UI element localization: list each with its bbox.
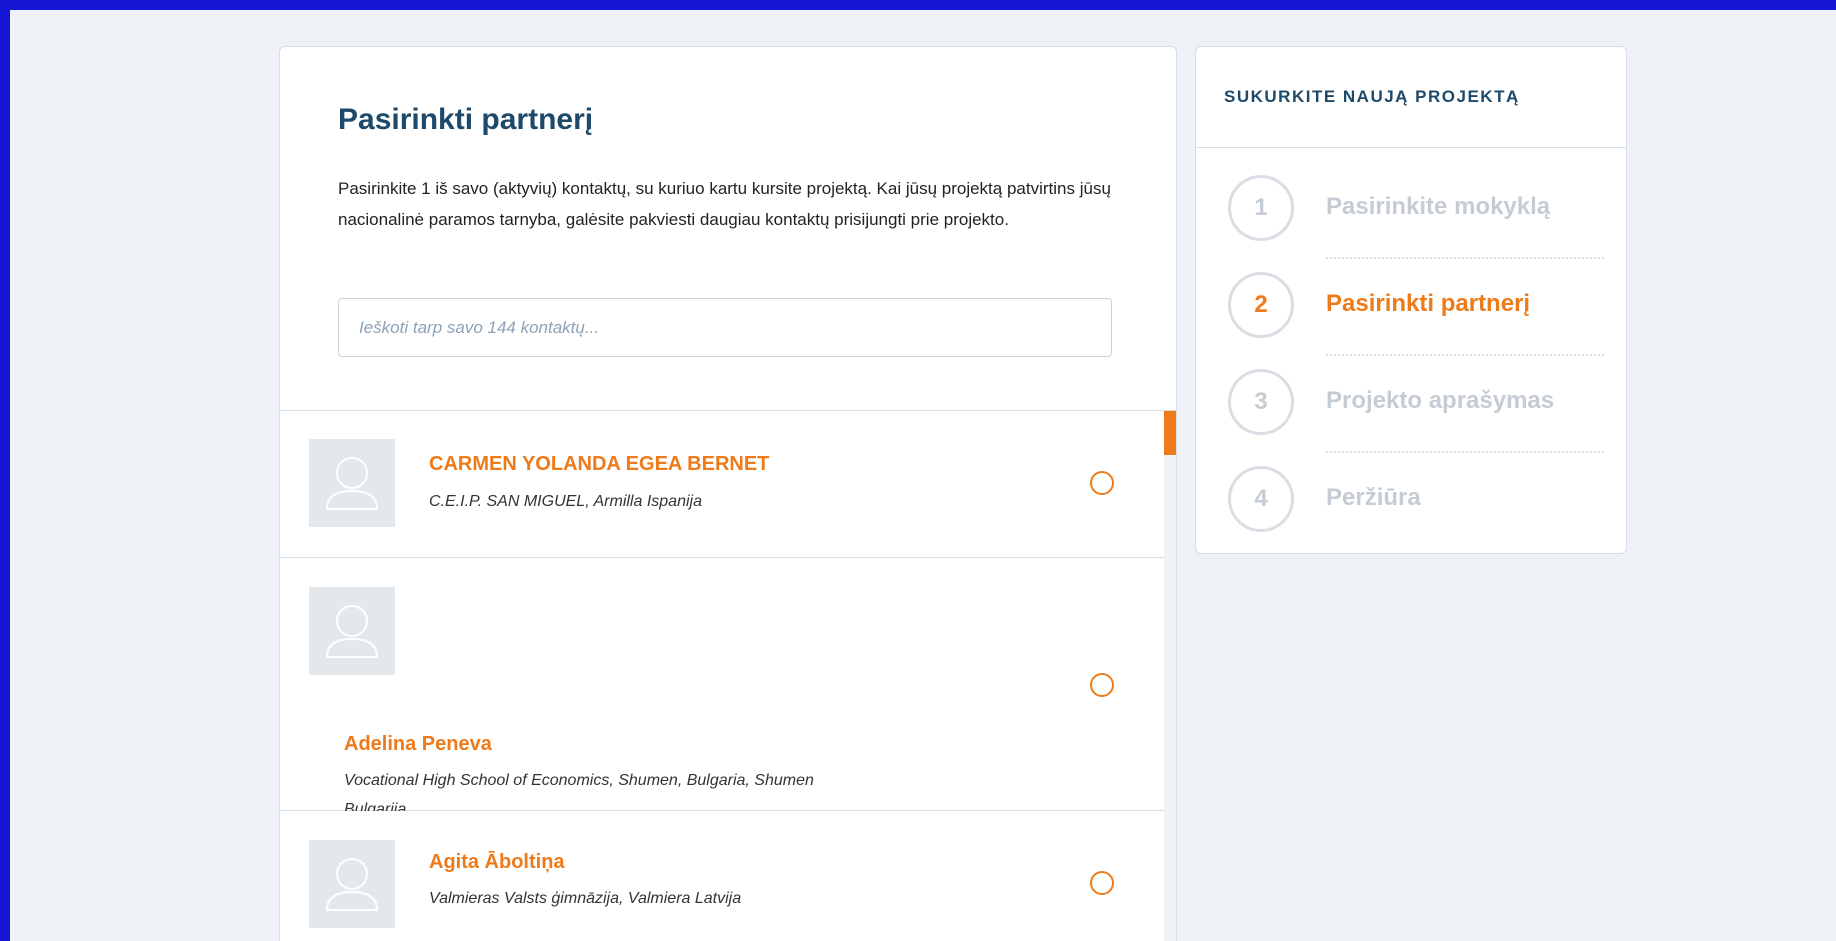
avatar-placeholder-icon bbox=[309, 840, 395, 928]
step-review[interactable]: 4 Peržiūra bbox=[1228, 466, 1608, 536]
step-label: Pasirinkite mokyklą bbox=[1326, 193, 1551, 220]
avatar-placeholder-icon bbox=[309, 439, 395, 527]
avatar-placeholder-icon bbox=[309, 587, 395, 675]
contact-row[interactable]: Adelina Peneva Vocational High School of… bbox=[280, 558, 1164, 818]
contact-name: Agita Āboltiņa bbox=[429, 851, 565, 873]
step-separator bbox=[1326, 257, 1604, 259]
contact-school: C.E.I.P. SAN MIGUEL, Armilla Ispanija bbox=[429, 493, 702, 510]
instructions-text: Pasirinkite 1 iš savo (aktyvių) kontaktų… bbox=[338, 179, 1111, 229]
step-label: Pasirinkti partnerį bbox=[1326, 290, 1531, 317]
contact-row[interactable]: Agita Āboltiņa Valmieras Valsts ģimnāzij… bbox=[280, 811, 1164, 941]
list-scrollbar-track[interactable] bbox=[1164, 411, 1176, 941]
step-number: 1 bbox=[1228, 175, 1294, 241]
select-contact-radio[interactable] bbox=[1090, 871, 1114, 895]
step-select-school[interactable]: 1 Pasirinkite mokyklą bbox=[1228, 175, 1608, 245]
page-viewport: Pasirinkti partnerį Pasirinkite 1 iš sav… bbox=[10, 10, 1836, 941]
step-label: Peržiūra bbox=[1326, 484, 1421, 511]
contacts-search-input[interactable] bbox=[338, 298, 1112, 357]
select-contact-radio[interactable] bbox=[1090, 471, 1114, 495]
contact-name: CARMEN YOLANDA EGEA BERNET bbox=[429, 453, 770, 475]
partner-selection-card: Pasirinkti partnerį Pasirinkite 1 iš sav… bbox=[279, 46, 1177, 941]
panel-divider bbox=[1196, 147, 1626, 148]
step-separator bbox=[1326, 451, 1604, 453]
contact-row[interactable]: CARMEN YOLANDA EGEA BERNET C.E.I.P. SAN … bbox=[280, 411, 1164, 558]
step-separator bbox=[1326, 354, 1604, 356]
card-header: Pasirinkti partnerį Pasirinkite 1 iš sav… bbox=[280, 47, 1176, 411]
contact-name: Adelina Peneva bbox=[344, 733, 492, 755]
step-number: 2 bbox=[1228, 272, 1294, 338]
select-contact-radio[interactable] bbox=[1090, 673, 1114, 697]
list-scrollbar-thumb[interactable] bbox=[1164, 411, 1176, 455]
step-number: 3 bbox=[1228, 369, 1294, 435]
project-steps-panel: SUKURKITE NAUJĄ PROJEKTĄ 1 Pasirinkite m… bbox=[1195, 46, 1627, 554]
contact-school: Valmieras Valsts ģimnāzija, Valmiera Lat… bbox=[429, 890, 742, 907]
page-title: Pasirinkti partnerį bbox=[338, 103, 594, 136]
step-select-partner[interactable]: 2 Pasirinkti partnerį bbox=[1228, 272, 1608, 342]
step-number: 4 bbox=[1228, 466, 1294, 532]
step-label: Projekto aprašymas bbox=[1326, 387, 1555, 414]
contact-school: Vocational High School of Economics, Shu… bbox=[344, 772, 814, 789]
step-project-description[interactable]: 3 Projekto aprašymas bbox=[1228, 369, 1608, 439]
panel-title: SUKURKITE NAUJĄ PROJEKTĄ bbox=[1224, 87, 1520, 106]
